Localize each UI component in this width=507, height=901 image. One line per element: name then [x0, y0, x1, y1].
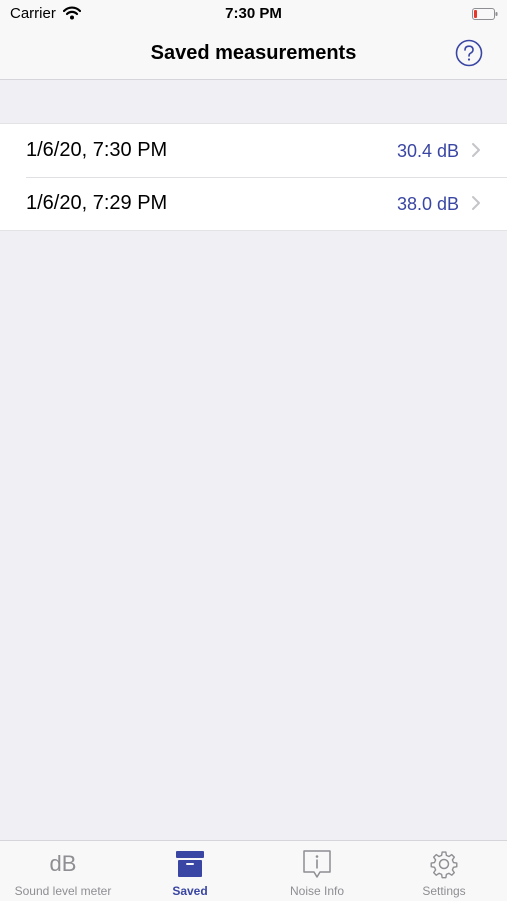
tab-sound-level-meter[interactable]: dB Sound level meter — [0, 841, 126, 901]
db-text-icon: dB — [49, 851, 77, 876]
page-title: Saved measurements — [150, 42, 357, 64]
tab-label: Saved — [172, 884, 208, 898]
battery-icon — [472, 7, 498, 20]
measurement-row[interactable]: 1/6/20, 7:30 PM 30.4 dB — [0, 124, 507, 177]
tab-saved[interactable]: Saved — [127, 841, 253, 901]
measurement-value: 30.4 dB — [396, 141, 459, 161]
measurement-value: 38.0 dB — [396, 194, 459, 214]
tab-label: Settings — [422, 884, 466, 898]
tab-settings[interactable]: Settings — [381, 841, 507, 901]
archive-box-icon — [127, 849, 253, 879]
status-bar: Carrier 7:30 PM — [0, 0, 507, 30]
info-bubble-icon — [254, 849, 380, 879]
chevron-right-icon — [472, 143, 480, 157]
tab-label: Sound level meter — [14, 884, 112, 898]
tab-bar: dB Sound level meter Saved Noise Info Se… — [0, 840, 507, 901]
question-circle-icon — [455, 39, 483, 67]
measurements-list: 1/6/20, 7:30 PM 30.4 dB 1/6/20, 7:29 PM … — [0, 123, 507, 231]
gear-icon — [381, 849, 507, 879]
status-time: 7:30 PM — [225, 5, 282, 22]
measurement-date: 1/6/20, 7:30 PM — [26, 139, 168, 161]
help-button[interactable] — [455, 39, 483, 67]
tab-noise-info[interactable]: Noise Info — [254, 841, 380, 901]
measurement-date: 1/6/20, 7:29 PM — [26, 192, 168, 214]
navigation-bar: Saved measurements — [0, 30, 507, 80]
chevron-right-icon — [472, 196, 480, 210]
tab-label: Noise Info — [289, 884, 345, 898]
measurement-row[interactable]: 1/6/20, 7:29 PM 38.0 dB — [0, 177, 507, 230]
